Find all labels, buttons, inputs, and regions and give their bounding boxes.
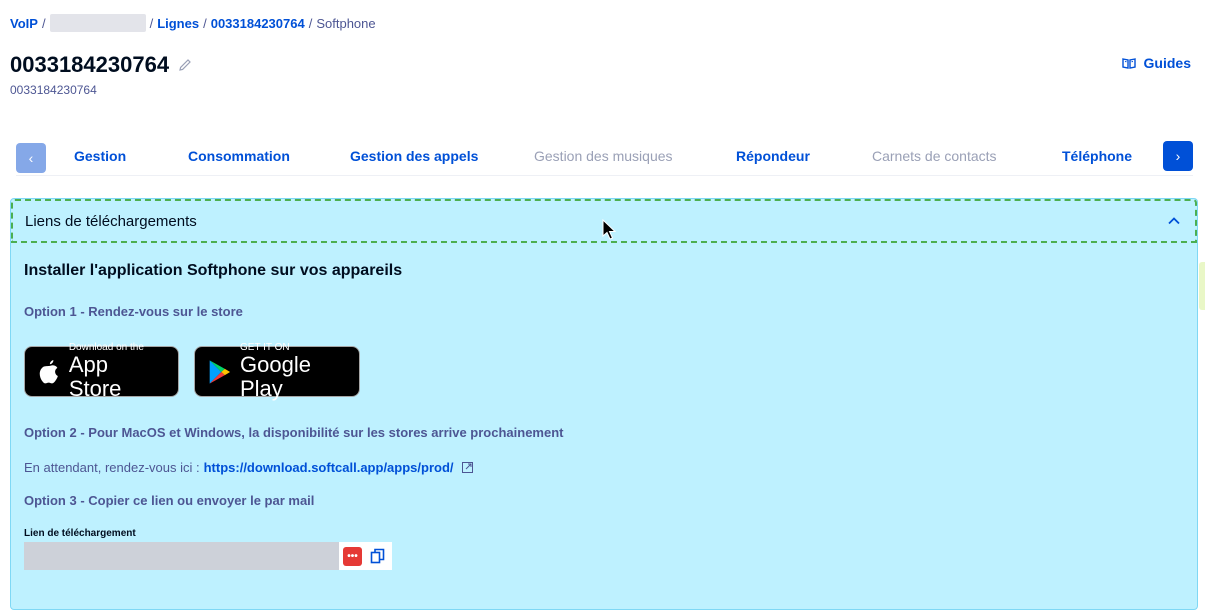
page-title-text: 0033184230764 bbox=[10, 52, 170, 77]
tabs-scroll-left-button[interactable]: ‹ bbox=[16, 142, 46, 173]
tab-bar: ‹ Gestion Consommation Gestion des appel… bbox=[16, 140, 1193, 176]
chevron-right-icon: › bbox=[1175, 148, 1181, 164]
app-store-text: Download on the App Store bbox=[69, 342, 166, 401]
breadcrumb-separator: / bbox=[41, 15, 46, 31]
copy-icon[interactable] bbox=[370, 548, 386, 564]
download-link-field-label: Lien de téléchargement bbox=[24, 528, 136, 539]
google-play-icon bbox=[209, 359, 230, 384]
password-manager-button[interactable]: ••• bbox=[343, 546, 362, 566]
panel-header-label: Liens de téléchargements bbox=[25, 212, 197, 230]
app-store-big-text: App Store bbox=[68, 352, 122, 401]
breadcrumb-line-link[interactable]: 0033184230764 bbox=[211, 16, 305, 31]
download-link-field: ••• bbox=[24, 542, 392, 570]
mouse-cursor-icon bbox=[602, 219, 617, 240]
tab-consommation[interactable]: Consommation bbox=[188, 148, 290, 164]
scrollbar-hint[interactable] bbox=[1199, 262, 1205, 310]
download-link-input[interactable] bbox=[24, 542, 339, 570]
tab-telephone[interactable]: Téléphone bbox=[1062, 148, 1132, 164]
external-link-icon bbox=[461, 462, 473, 473]
chevron-up-icon bbox=[1168, 217, 1180, 225]
waiting-paragraph: En attendant, rendez-vous ici : https://… bbox=[24, 460, 473, 475]
tab-gestion-des-appels[interactable]: Gestion des appels bbox=[350, 148, 478, 164]
breadcrumb-lignes-link[interactable]: Lignes bbox=[157, 16, 199, 31]
panel-heading: Installer l'application Softphone sur vo… bbox=[24, 262, 403, 279]
option2-label: Option 2 - Pour MacOS et Windows, la dis… bbox=[24, 425, 564, 440]
guides-label: Guides bbox=[1143, 55, 1191, 71]
apple-icon bbox=[39, 359, 58, 383]
waiting-text: En attendant, rendez-vous ici : bbox=[24, 460, 200, 475]
breadcrumb: VoIP / / Lignes / 0033184230764 / Softph… bbox=[10, 14, 376, 32]
pencil-icon[interactable] bbox=[177, 57, 193, 73]
book-icon bbox=[1121, 58, 1136, 69]
tab-gestion[interactable]: Gestion bbox=[74, 148, 126, 164]
breadcrumb-separator: / bbox=[308, 15, 313, 31]
chevron-left-icon: ‹ bbox=[28, 149, 34, 166]
dots-icon: ••• bbox=[347, 550, 358, 562]
google-play-big-text: Google Play bbox=[240, 352, 311, 401]
google-play-badge[interactable]: GET IT ON Google Play bbox=[194, 342, 360, 401]
app-store-badge[interactable]: Download on the App Store bbox=[24, 342, 179, 401]
page-subtitle: 0033184230764 bbox=[10, 83, 97, 97]
breadcrumb-current: Softphone bbox=[316, 15, 376, 31]
guides-button[interactable]: Guides bbox=[1121, 55, 1191, 71]
google-play-text: GET IT ON Google Play bbox=[240, 342, 347, 401]
page-title: 0033184230764 bbox=[10, 52, 193, 78]
tab-gestion-des-musiques: Gestion des musiques bbox=[534, 148, 673, 164]
option3-label: Option 3 - Copier ce lien ou envoyer le … bbox=[24, 493, 315, 508]
tabs-scroll-right-button[interactable]: › bbox=[1163, 141, 1193, 171]
breadcrumb-voip-link[interactable]: VoIP bbox=[10, 16, 38, 31]
download-links-panel: Liens de téléchargements Installer l'app… bbox=[10, 198, 1198, 610]
option1-label: Option 1 - Rendez-vous sur le store bbox=[24, 304, 243, 319]
download-url-link[interactable]: https://download.softcall.app/apps/prod/ bbox=[204, 460, 454, 475]
tab-carnets-de-contacts: Carnets de contacts bbox=[872, 148, 997, 164]
breadcrumb-separator: / bbox=[203, 15, 207, 31]
breadcrumb-redacted-account bbox=[49, 14, 146, 32]
tab-repondeur[interactable]: Répondeur bbox=[736, 148, 810, 164]
breadcrumb-separator: / bbox=[149, 15, 154, 31]
